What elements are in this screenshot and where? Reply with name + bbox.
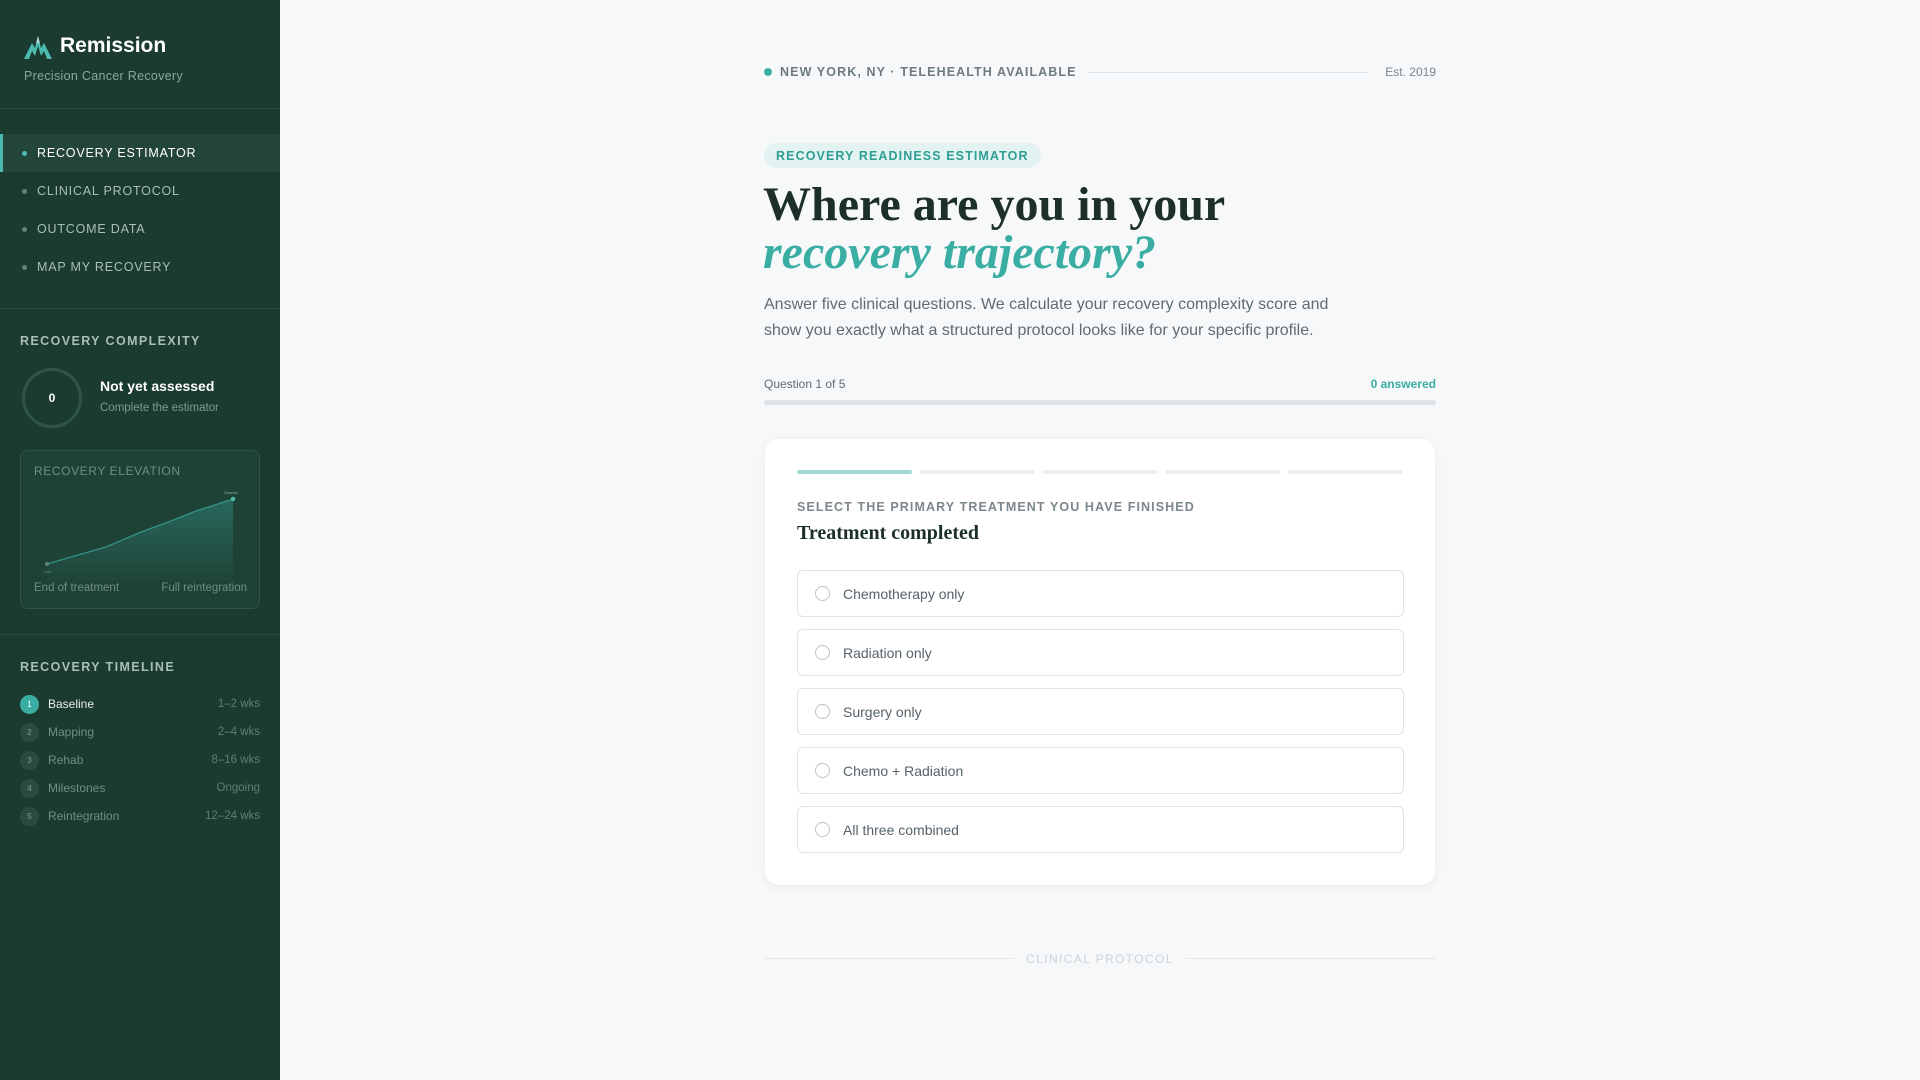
divider-rule-left <box>764 958 1014 959</box>
timeline-step-number: 5 <box>20 806 39 826</box>
question-step-segment <box>1042 470 1158 474</box>
estimator-pill: RECOVERY READINESS ESTIMATOR <box>764 143 1041 168</box>
timeline-item-baseline[interactable]: 1 Baseline 1–2 wks <box>20 690 260 718</box>
timeline-item-rehab[interactable]: 3 Rehab 8–16 wks <box>20 746 260 774</box>
timeline-step-name: Milestones <box>48 781 106 795</box>
nav-item-label: OUTCOME DATA <box>37 222 146 236</box>
sidebar-divider <box>0 108 280 109</box>
question-card: SELECT THE PRIMARY TREATMENT YOU HAVE FI… <box>765 439 1435 885</box>
question-step-segment <box>797 470 912 474</box>
answer-options: Chemotherapy only Radiation only Surgery… <box>797 570 1404 865</box>
option-chemotherapy-only[interactable]: Chemotherapy only <box>797 570 1404 617</box>
question-step-segment <box>919 470 1035 474</box>
timeline-step-name: Mapping <box>48 725 95 739</box>
established-year: Est. 2019 <box>1385 65 1436 79</box>
option-label: All three combined <box>843 821 959 838</box>
progress-label: Question 1 of 5 <box>764 377 846 391</box>
nav-item-map-my-recovery[interactable]: MAP MY RECOVERY <box>0 248 280 286</box>
elevation-end-label: Full reintegration <box>161 582 247 594</box>
location-dot-icon <box>764 68 772 76</box>
timeline-step-number: 4 <box>20 778 39 798</box>
divider-rule-right <box>1186 958 1436 959</box>
location-text: NEW YORK, NY · TELEHEALTH AVAILABLE <box>780 65 1077 79</box>
elevation-end-point <box>230 496 236 502</box>
elevation-title: RECOVERY ELEVATION <box>34 464 181 478</box>
mountain-peak-icon <box>24 36 52 59</box>
nav-dot <box>22 150 27 156</box>
radio-icon[interactable] <box>815 763 830 778</box>
brand-tagline: Precision Cancer Recovery <box>24 69 183 83</box>
sidebar-divider <box>0 308 280 309</box>
timeline-item-milestones[interactable]: 4 Milestones Ongoing <box>20 774 260 802</box>
elevation-area <box>47 499 233 581</box>
option-chemo-radiation[interactable]: Chemo + Radiation <box>797 747 1404 794</box>
answered-count: 0 answered <box>1370 377 1436 391</box>
option-all-three-combined[interactable]: All three combined <box>797 806 1404 853</box>
option-label: Surgery only <box>843 703 922 720</box>
timeline-step-duration: 2–4 wks <box>217 726 260 738</box>
radio-icon[interactable] <box>815 822 830 837</box>
radio-icon[interactable] <box>815 586 830 601</box>
timeline-heading: RECOVERY TIMELINE <box>20 660 176 674</box>
complexity-score-ring: 0 <box>22 368 82 428</box>
timeline-step-duration: 1–2 wks <box>217 698 260 710</box>
timeline-step-duration: 8–16 wks <box>211 754 260 766</box>
question-eyebrow: SELECT THE PRIMARY TREATMENT YOU HAVE FI… <box>797 500 1195 514</box>
sidebar-nav: RECOVERY ESTIMATOR CLINICAL PROTOCOL OUT… <box>0 134 280 286</box>
nav-item-recovery-estimator[interactable]: RECOVERY ESTIMATOR <box>0 134 280 172</box>
sidebar: Remission Precision Cancer Recovery RECO… <box>0 0 280 1080</box>
option-label: Radiation only <box>843 644 932 661</box>
timeline-step-name: Reintegration <box>48 809 120 823</box>
radio-icon[interactable] <box>815 704 830 719</box>
nav-dot <box>22 226 27 232</box>
question-title: Treatment completed <box>797 522 979 544</box>
brand[interactable]: Remission <box>23 32 166 60</box>
timeline-step-number: 2 <box>20 722 39 742</box>
timeline-step-name: Baseline <box>48 697 95 711</box>
complexity-hint: Complete the estimator <box>100 402 219 414</box>
nav-dot <box>22 264 27 270</box>
elevation-card: RECOVERY ELEVATION Start Summit End of t… <box>20 450 260 609</box>
timeline-item-mapping[interactable]: 2 Mapping 2–4 wks <box>20 718 260 746</box>
timeline-step-duration: Ongoing <box>216 782 260 794</box>
hero-description: Answer five clinical questions. We calcu… <box>764 296 1329 339</box>
timeline-step-number: 1 <box>20 694 39 714</box>
nav-item-outcome-data[interactable]: OUTCOME DATA <box>0 210 280 248</box>
nav-item-label: CLINICAL PROTOCOL <box>37 184 180 198</box>
nav-dot <box>22 188 27 194</box>
complexity-heading: RECOVERY COMPLEXITY <box>20 334 201 348</box>
complexity-status: Not yet assessed <box>100 378 215 394</box>
nav-item-label: MAP MY RECOVERY <box>37 260 172 274</box>
timeline-item-reintegration[interactable]: 5 Reintegration 12–24 wks <box>20 802 260 830</box>
sidebar-divider <box>0 634 280 635</box>
nav-item-label: RECOVERY ESTIMATOR <box>37 146 197 160</box>
question-step-indicator <box>797 470 1403 474</box>
option-label: Chemotherapy only <box>843 585 965 602</box>
question-step-segment <box>1288 470 1403 474</box>
radio-icon[interactable] <box>815 645 830 660</box>
section-divider-label: CLINICAL PROTOCOL <box>1026 952 1174 966</box>
brand-name: Remission <box>60 34 167 57</box>
option-surgery-only[interactable]: Surgery only <box>797 688 1404 735</box>
option-radiation-only[interactable]: Radiation only <box>797 629 1404 676</box>
elevation-start-point <box>45 562 49 566</box>
progress-bar <box>764 400 1436 405</box>
header-rule <box>1088 72 1368 73</box>
timeline-step-duration: 12–24 wks <box>205 810 260 822</box>
location-bar: NEW YORK, NY · TELEHEALTH AVAILABLE Est.… <box>764 64 1436 80</box>
hero-title-line2: recovery trajectory? <box>763 226 1157 279</box>
option-label: Chemo + Radiation <box>843 762 964 779</box>
elevation-end-marker: Summit <box>224 490 238 495</box>
elevation-start-label: End of treatment <box>34 582 120 594</box>
timeline-step-name: Rehab <box>48 753 84 767</box>
recovery-timeline: 1 Baseline 1–2 wks 2 Mapping 2–4 wks 3 R… <box>20 690 260 830</box>
nav-item-clinical-protocol[interactable]: CLINICAL PROTOCOL <box>0 172 280 210</box>
elevation-chart: Start Summit <box>43 490 238 581</box>
timeline-step-number: 3 <box>20 750 39 770</box>
elevation-start-marker: Start <box>43 569 52 574</box>
hero-title-line1: Where are you in your <box>763 178 1226 231</box>
question-step-segment <box>1165 470 1281 474</box>
